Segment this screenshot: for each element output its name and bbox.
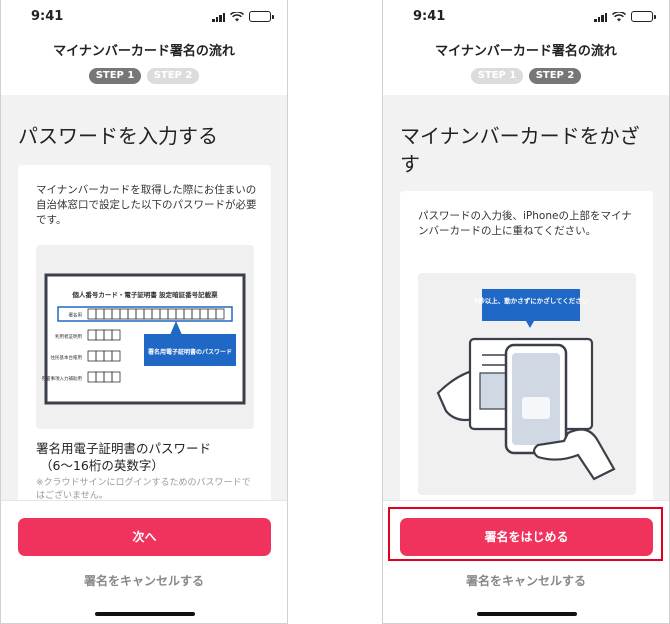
password-note: ※クラウドサインにログインするためのパスワードではございません。 xyxy=(36,478,251,500)
status-time: 9:41 xyxy=(31,9,64,24)
signal-icon xyxy=(212,12,225,22)
step-indicator: STEP 1 STEP 2 xyxy=(1,68,287,84)
instruction-card: パスワードの入力後、iPhoneの上部をマイナンバーカードの上に重ねてください。… xyxy=(400,191,653,500)
bottom-actions: 次へ 署名をキャンセルする xyxy=(1,500,287,623)
password-label: 署名用電子証明書のパスワード xyxy=(36,441,212,456)
hold-callout xyxy=(482,289,580,321)
status-bar: 9:41 xyxy=(383,0,669,34)
password-format: （6〜16桁の英数字） xyxy=(40,458,164,473)
signal-icon xyxy=(594,12,607,22)
callout-text: 5秒以上、動かさずにかざしてください xyxy=(474,296,589,305)
battery-icon xyxy=(631,11,656,22)
form-title: 個人番号カード・電子証明書 設定暗証番号記載票 xyxy=(71,290,218,299)
nfc-scan-illustration: 5秒以上、動かさずにかざしてください xyxy=(418,273,636,495)
status-bar: 9:41 xyxy=(1,0,287,34)
status-time: 9:41 xyxy=(413,9,446,24)
phone-over-card-graphic: 5秒以上、動かさずにかざしてください xyxy=(436,289,616,481)
cancel-signing-link[interactable]: 署名をキャンセルする xyxy=(1,572,287,589)
step-2-pill: STEP 2 xyxy=(147,68,199,84)
step-2-pill: STEP 2 xyxy=(529,68,581,84)
cancel-signing-link[interactable]: 署名をキャンセルする xyxy=(383,572,669,589)
form-row-label: 利用者証明用 xyxy=(55,333,82,340)
form-row-label: 署名用 xyxy=(69,312,83,319)
nav-title: マイナンバーカード署名の流れ xyxy=(53,44,235,59)
wifi-icon xyxy=(612,11,626,21)
battery-icon xyxy=(249,11,274,22)
phone-screen-step1: 9:41 マイナンバーカード署名の流れ STEP 1 STEP 2 パスワードを… xyxy=(0,0,288,624)
step-indicator: STEP 1 STEP 2 xyxy=(383,68,669,84)
home-indicator[interactable] xyxy=(95,612,195,616)
instruction-text: マイナンバーカードを取得した際にお住まいの自治体窓口で設定した以下のパスワードが… xyxy=(36,184,257,226)
callout-text: 署名用電子証明書のパスワード xyxy=(147,348,232,356)
nav-title: マイナンバーカード署名の流れ xyxy=(435,44,617,59)
form-row-label: 券面事項入力補助用 xyxy=(42,375,83,382)
instruction-text: パスワードの入力後、iPhoneの上部をマイナンバーカードの上に重ねてください。 xyxy=(418,210,632,237)
content-area[interactable]: マイナンバーカードをかざす パスワードの入力後、iPhoneの上部をマイナンバー… xyxy=(383,95,669,500)
password-sheet-graphic: 個人番号カード・電子証明書 設定暗証番号記載票 署名用 利用者証明用 住民基本台… xyxy=(42,273,246,405)
password-form-illustration: 個人番号カード・電子証明書 設定暗証番号記載票 署名用 利用者証明用 住民基本台… xyxy=(36,245,254,429)
wifi-icon xyxy=(230,11,244,21)
step-1-pill: STEP 1 xyxy=(89,68,141,84)
highlight-frame xyxy=(388,507,663,561)
step-1-pill: STEP 1 xyxy=(471,68,523,84)
next-button[interactable]: 次へ xyxy=(18,518,271,556)
page-heading: パスワードを入力する xyxy=(18,124,218,148)
content-area[interactable]: パスワードを入力する マイナンバーカードを取得した際にお住まいの自治体窓口で設定… xyxy=(1,95,287,500)
form-row-label: 住民基本台帳用 xyxy=(51,354,83,361)
home-indicator[interactable] xyxy=(477,612,577,616)
page-heading: マイナンバーカードをかざす xyxy=(400,124,640,176)
instruction-card: マイナンバーカードを取得した際にお住まいの自治体窓口で設定した以下のパスワードが… xyxy=(18,165,271,500)
